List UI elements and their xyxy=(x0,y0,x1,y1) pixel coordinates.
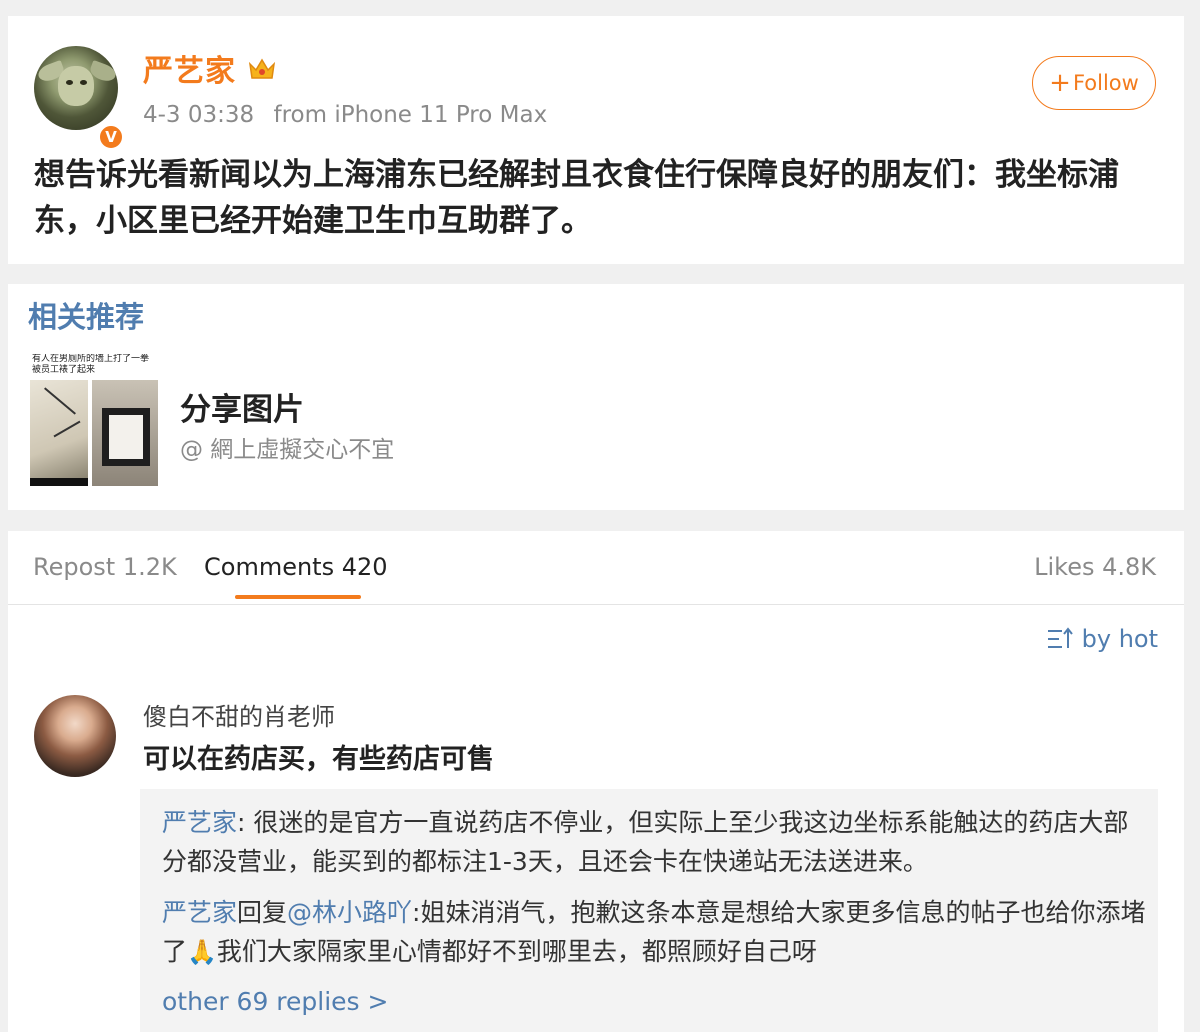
verified-badge-icon: V xyxy=(98,124,124,150)
related-item-author[interactable]: @ 網上虛擬交心不宜 xyxy=(180,430,394,464)
reply-separator: : xyxy=(237,808,254,837)
crown-icon xyxy=(248,58,276,79)
tab-repost[interactable]: Repost 1.2K xyxy=(33,553,177,581)
related-card: 相关推荐 有人在男厕所的墙上打了一拳 被员工裱了起来 分享图片 @ 網上虛擬交心… xyxy=(8,284,1184,510)
post-meta: 4-3 03:38 from iPhone 11 Pro Max xyxy=(143,102,547,128)
sort-label: by hot xyxy=(1081,625,1158,653)
sort-icon xyxy=(1047,627,1073,648)
related-item-title[interactable]: 分享图片 xyxy=(180,384,304,429)
related-title: 相关推荐 xyxy=(28,300,145,334)
active-tab-indicator xyxy=(235,595,361,599)
plus-icon: + xyxy=(1049,68,1071,98)
post-source: from iPhone 11 Pro Max xyxy=(273,102,548,128)
post-text: 想告诉光看新闻以为上海浦东已经解封且衣食住行保障良好的朋友们：我坐标浦东，小区里… xyxy=(34,157,1119,239)
sort-button[interactable]: by hot xyxy=(1046,625,1158,653)
thumbnail-caption: 有人在男厕所的墙上打了一拳 被员工裱了起来 xyxy=(32,354,150,375)
reply-author[interactable]: 严艺家 xyxy=(162,808,237,837)
more-replies-link[interactable]: other 69 replies > xyxy=(162,987,388,1016)
reply-item: 严艺家回复@林小路吖:姐妹消消气，抱歉这条本意是想给大家更多信息的帖子也给你添堵… xyxy=(162,893,1152,972)
related-thumbnail[interactable]: 有人在男厕所的墙上打了一拳 被员工裱了起来 xyxy=(30,354,158,486)
reply-item: 严艺家: 很迷的是官方一直说药店不停业，但实际上至少我这边坐标系能触达的药店大部… xyxy=(162,803,1152,881)
commenter-name[interactable]: 傻白不甜的肖老师 xyxy=(143,697,335,732)
reply-text-continued: 我们大家隔家里心情都好不到哪里去，都照顾好自己呀 xyxy=(216,937,817,966)
author-avatar[interactable] xyxy=(34,46,118,130)
tab-likes[interactable]: Likes 4.8K xyxy=(1034,553,1156,581)
post-card: V 严艺家 4-3 03:38 from iPhone 11 Pro Max +… xyxy=(8,16,1184,264)
comment-text: 可以在药店买，有些药店可售 xyxy=(143,744,494,775)
replies-box: 严艺家: 很迷的是官方一直说药店不停业，但实际上至少我这边坐标系能触达的药店大部… xyxy=(140,789,1158,1032)
follow-label: Follow xyxy=(1072,71,1139,95)
divider xyxy=(8,604,1184,605)
reply-mention[interactable]: @林小路吖 xyxy=(287,898,412,927)
author-name[interactable]: 严艺家 xyxy=(143,46,236,90)
reply-text: 很迷的是官方一直说药店不停业，但实际上至少我这边坐标系能触达的药店大部分都没营业… xyxy=(162,808,1129,876)
pray-emoji-icon: 🙏 xyxy=(187,938,217,966)
comments-card: Repost 1.2K Comments 420 Likes 4.8K by h… xyxy=(8,531,1184,1032)
reply-word: 回复 xyxy=(237,898,288,927)
tab-comments[interactable]: Comments 420 xyxy=(204,553,388,581)
commenter-avatar[interactable] xyxy=(34,695,116,777)
follow-button[interactable]: + Follow xyxy=(1032,56,1156,110)
reply-author[interactable]: 严艺家 xyxy=(162,898,237,927)
post-time: 4-3 03:38 xyxy=(143,102,255,128)
